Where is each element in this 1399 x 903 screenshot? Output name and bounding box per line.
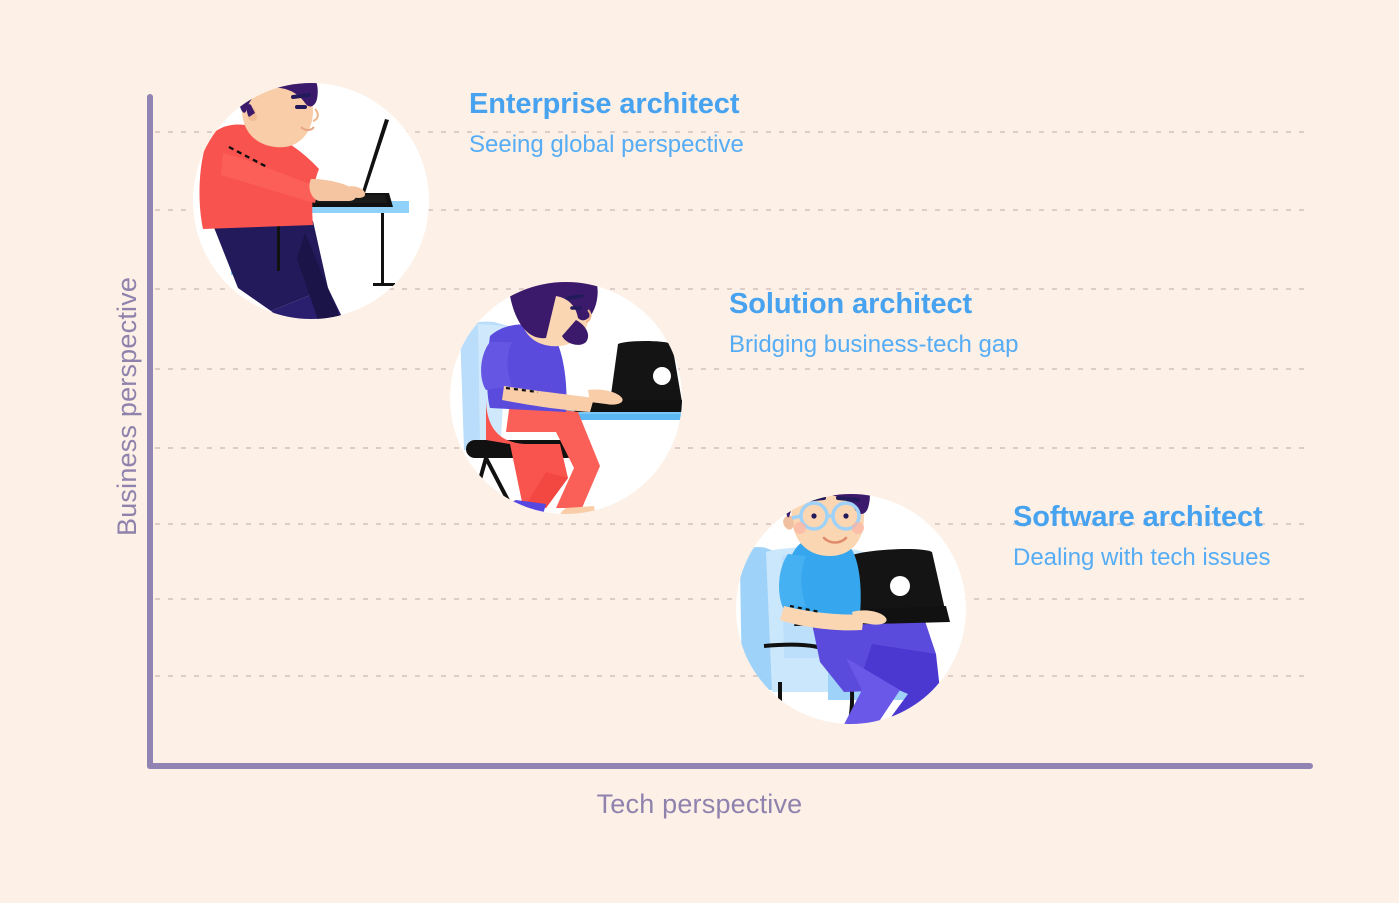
gridline xyxy=(155,368,1305,370)
label-solution-architect: Solution architect Bridging business-tec… xyxy=(729,290,1019,357)
illustration-man-with-laptop xyxy=(736,494,966,732)
label-title: Software architect xyxy=(1013,501,1263,533)
label-subtitle: Seeing global perspective xyxy=(469,131,744,158)
illustration-man-at-desk xyxy=(193,83,429,323)
y-axis-label: Business perspective xyxy=(112,276,142,536)
label-subtitle: Bridging business-tech gap xyxy=(729,331,1019,358)
gridline xyxy=(155,447,1305,449)
label-title: Solution architect xyxy=(729,288,973,320)
illustration-woman-at-desk xyxy=(450,282,682,518)
x-axis-line xyxy=(147,763,1313,769)
gridline xyxy=(155,675,1305,677)
chart-canvas: Business perspective Tech perspective En… xyxy=(0,0,1399,903)
label-software-architect: Software architect Dealing with tech iss… xyxy=(1013,503,1270,570)
x-axis-label: Tech perspective xyxy=(596,789,803,819)
gridline xyxy=(155,598,1305,600)
y-axis-line xyxy=(147,94,153,769)
label-title: Enterprise architect xyxy=(469,88,740,120)
label-enterprise-architect: Enterprise architect Seeing global persp… xyxy=(469,90,744,157)
label-subtitle: Dealing with tech issues xyxy=(1013,544,1271,571)
